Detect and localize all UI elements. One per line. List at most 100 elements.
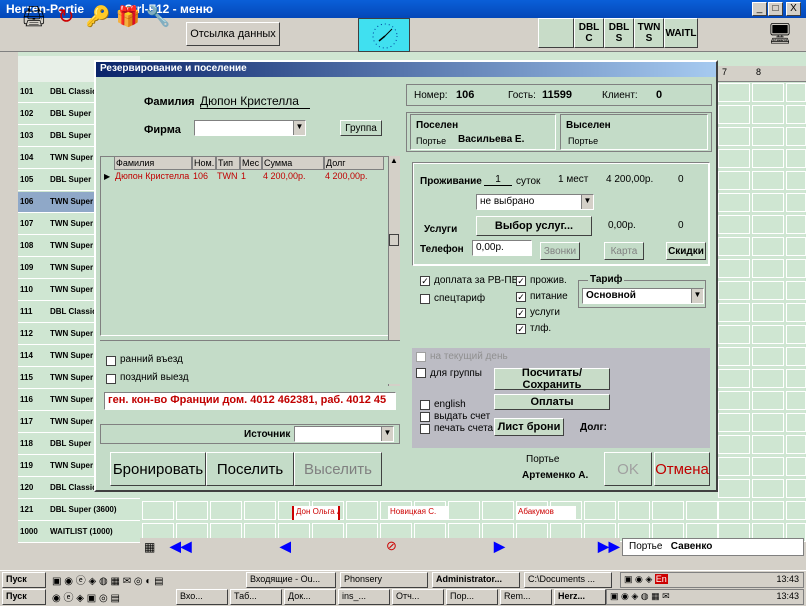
- schedule-cell[interactable]: [346, 501, 378, 520]
- schedule-cell[interactable]: [786, 369, 806, 388]
- schedule-cell[interactable]: [718, 281, 750, 300]
- taskbar-item[interactable]: ins_...: [338, 589, 390, 605]
- schedule-cell[interactable]: [786, 149, 806, 168]
- grid-column-header[interactable]: Мес: [240, 156, 262, 170]
- grid-column-header[interactable]: Ном.: [192, 156, 216, 170]
- scroll-up-icon[interactable]: ▲: [390, 156, 398, 165]
- schedule-cell[interactable]: [718, 413, 750, 432]
- taskbar-item[interactable]: Входящие - Ou...: [246, 572, 336, 588]
- schedule-cell[interactable]: [718, 435, 750, 454]
- grid-column-header[interactable]: Фамилия: [114, 156, 192, 170]
- schedule-cell[interactable]: [448, 501, 480, 520]
- fast-back-icon[interactable]: ◀◀: [170, 538, 192, 554]
- scroll-thumb[interactable]: [389, 234, 399, 246]
- schedule-cell[interactable]: [786, 479, 806, 498]
- opt-food-checkbox[interactable]: ✓: [516, 292, 526, 302]
- booking-bar[interactable]: Дон Ольга А.: [292, 506, 340, 520]
- calls-button[interactable]: Звонки: [540, 242, 580, 260]
- schedule-cell[interactable]: [786, 127, 806, 146]
- bill-sheet-button[interactable]: Лист брони: [494, 418, 564, 436]
- schedule-cell[interactable]: [718, 501, 750, 520]
- early-checkin-checkbox[interactable]: [106, 356, 116, 366]
- grid-cell[interactable]: 106: [192, 170, 216, 184]
- send-data-button[interactable]: Отсылка данных: [186, 22, 280, 46]
- book-button[interactable]: Бронировать: [110, 452, 206, 486]
- schedule-cell[interactable]: [176, 501, 208, 520]
- settle-button[interactable]: Поселить: [206, 452, 294, 486]
- payments-button[interactable]: Оплаты: [494, 394, 610, 410]
- schedule-cell[interactable]: [786, 171, 806, 190]
- english-checkbox[interactable]: [420, 400, 430, 410]
- calc-save-button[interactable]: Посчитать/Сохранить: [494, 367, 610, 391]
- cash-register-icon[interactable]: 🖨: [20, 3, 48, 31]
- taskbar-item[interactable]: Administrator...: [432, 572, 520, 588]
- surname-field[interactable]: Дюпон Кристелла: [200, 94, 310, 109]
- schedule-cell[interactable]: [142, 501, 174, 520]
- schedule-cell[interactable]: [752, 83, 784, 102]
- schedule-cell[interactable]: [786, 435, 806, 454]
- refresh-icon[interactable]: ↻: [52, 3, 80, 31]
- schedule-cell[interactable]: [752, 281, 784, 300]
- card-button[interactable]: Карта: [604, 242, 644, 260]
- schedule-cell[interactable]: [718, 149, 750, 168]
- taskbar-item[interactable]: Rem...: [500, 589, 552, 605]
- maximize-button[interactable]: □: [768, 2, 783, 16]
- schedule-cell[interactable]: [584, 501, 616, 520]
- schedule-cell[interactable]: [752, 215, 784, 234]
- tariff-dropdown[interactable]: Основной ▼: [582, 288, 704, 304]
- schedule-cell[interactable]: [718, 259, 750, 278]
- schedule-cell[interactable]: [752, 325, 784, 344]
- schedule-cell[interactable]: [652, 501, 684, 520]
- grid-column-header[interactable]: Тип: [216, 156, 240, 170]
- grid-cell[interactable]: 4 200,00р.: [324, 170, 384, 184]
- schedule-cell[interactable]: [718, 105, 750, 124]
- schedule-cell[interactable]: [786, 281, 806, 300]
- cancel-button[interactable]: Отмена: [654, 452, 710, 486]
- schedule-cell[interactable]: [786, 501, 806, 520]
- key-icon[interactable]: 🔑: [84, 3, 112, 31]
- late-checkout-checkbox[interactable]: [106, 374, 116, 384]
- schedule-cell[interactable]: [718, 127, 750, 146]
- ok-button[interactable]: OK: [604, 452, 652, 486]
- booking-bar[interactable]: Абакумов: [516, 506, 576, 520]
- opt-phone-checkbox[interactable]: ✓: [516, 324, 526, 334]
- taskbar-item[interactable]: Вхо...: [176, 589, 228, 605]
- schedule-cell[interactable]: [752, 435, 784, 454]
- pay-rbpv-checkbox[interactable]: ✓: [420, 276, 430, 286]
- select-services-button[interactable]: Выбор услуг...: [476, 216, 592, 236]
- schedule-cell[interactable]: [210, 501, 242, 520]
- schedule-cell[interactable]: [752, 347, 784, 366]
- room-type-waitl-button[interactable]: WAITL: [664, 18, 698, 48]
- grid-column-header[interactable]: Долг: [324, 156, 384, 170]
- firm-dropdown[interactable]: ▼: [194, 120, 306, 136]
- opt-services-checkbox[interactable]: ✓: [516, 308, 526, 318]
- grid-cell[interactable]: 1: [240, 170, 262, 184]
- schedule-cell[interactable]: [786, 259, 806, 278]
- schedule-cell[interactable]: [752, 303, 784, 322]
- group-button[interactable]: Группа: [340, 120, 382, 136]
- current-day-checkbox[interactable]: [416, 352, 426, 362]
- evict-button[interactable]: Выселить: [294, 452, 382, 486]
- taskbar-item[interactable]: C:\Documents ...: [524, 572, 612, 588]
- schedule-cell[interactable]: [752, 237, 784, 256]
- schedule-cell[interactable]: [718, 171, 750, 190]
- fast-forward-icon[interactable]: ▶▶: [598, 538, 620, 554]
- schedule-cell[interactable]: [752, 457, 784, 476]
- schedule-cell[interactable]: [718, 325, 750, 344]
- schedule-cell[interactable]: [752, 479, 784, 498]
- schedule-cell[interactable]: [786, 237, 806, 256]
- gift-icon[interactable]: 🎁: [114, 3, 142, 31]
- room-type-dblc-button[interactable]: DBL C: [574, 18, 604, 48]
- language-indicator[interactable]: En: [654, 574, 668, 584]
- close-button[interactable]: X: [786, 2, 801, 16]
- booking-bar[interactable]: Новицкая С.: [388, 506, 448, 520]
- start-button[interactable]: Пуск: [2, 589, 46, 605]
- back-icon[interactable]: ◀: [280, 538, 291, 554]
- schedule-cell[interactable]: [786, 303, 806, 322]
- taskbar-item[interactable]: Отч...: [392, 589, 444, 605]
- stay-days-input[interactable]: 1: [484, 174, 512, 186]
- taskbar-item[interactable]: Phonsery: [340, 572, 428, 588]
- schedule-cell[interactable]: [786, 105, 806, 124]
- grid-cell[interactable]: TWN: [216, 170, 240, 184]
- schedule-cell[interactable]: [752, 413, 784, 432]
